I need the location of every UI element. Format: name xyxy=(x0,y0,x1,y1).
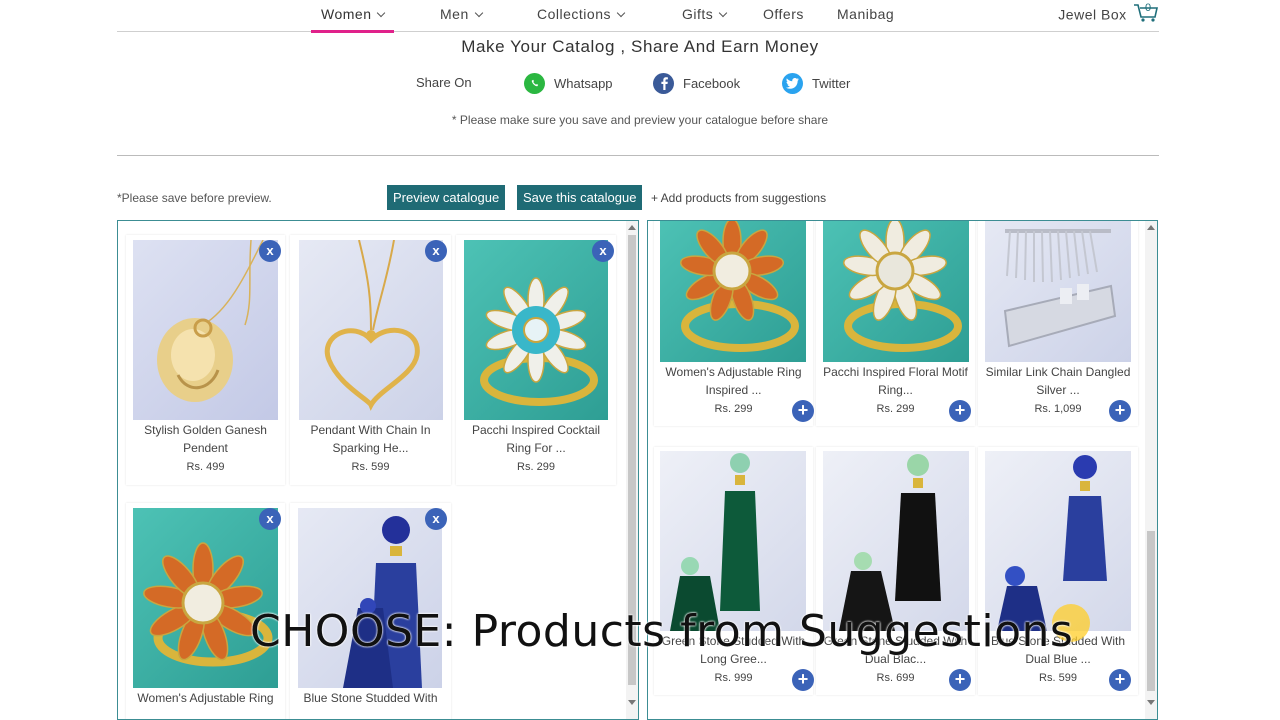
product-name: Blue Stone Studded With xyxy=(303,691,438,705)
nav-manibag[interactable]: Manibag xyxy=(837,6,894,32)
add-icon[interactable]: + xyxy=(949,400,971,422)
cart-icon[interactable]: 0 xyxy=(1133,2,1159,23)
product-image-blue-tassel xyxy=(298,508,442,688)
nav-gifts[interactable]: Gifts xyxy=(682,6,728,32)
product-image-orange-ring xyxy=(133,508,278,688)
share-label: Share On xyxy=(416,75,472,90)
chevron-down-icon xyxy=(377,8,386,18)
product-name: Stylish Golden Ganesh Pendent xyxy=(144,423,267,455)
nav-gifts-label: Gifts xyxy=(682,6,714,22)
remove-icon[interactable]: x xyxy=(425,240,447,262)
nav-men[interactable]: Men xyxy=(440,6,483,32)
scroll-up-icon[interactable] xyxy=(628,225,636,230)
twitter-label: Twitter xyxy=(812,75,851,91)
share-twitter[interactable]: Twitter xyxy=(782,72,850,94)
page-title: Make Your Catalog , Share And Earn Money xyxy=(461,37,819,56)
suggestion-card[interactable]: Pacchi Inspired Floral Motif Ring... Rs.… xyxy=(816,221,975,426)
add-icon[interactable]: + xyxy=(1109,400,1131,422)
product-image-pearl-ring xyxy=(823,221,969,362)
catalogue-card[interactable]: Pacchi Inspired Cocktail Ring For ... Rs… xyxy=(456,235,616,485)
product-price: Rs. 599 xyxy=(351,461,390,473)
nav-collections[interactable]: Collections xyxy=(537,6,626,32)
facebook-label: Facebook xyxy=(683,75,741,91)
add-suggestions-link[interactable]: + Add products from suggestions xyxy=(651,191,826,205)
add-icon[interactable]: + xyxy=(1109,669,1131,691)
product-name: Women's Adjustable Ring Inspired ... xyxy=(665,365,802,397)
scroll-down-icon[interactable] xyxy=(1147,700,1155,705)
product-price: Rs. 499 xyxy=(186,461,225,473)
remove-icon[interactable]: x xyxy=(259,240,281,262)
top-nav: Women Men Collections Gifts Offers Manib… xyxy=(117,0,1159,33)
suggestions-scrollbar[interactable] xyxy=(1145,221,1157,719)
preview-catalogue-button[interactable]: Preview catalogue xyxy=(387,185,506,210)
add-icon[interactable]: + xyxy=(792,400,814,422)
suggestion-card[interactable]: Green Stone Studded With Long Gree... Rs… xyxy=(654,447,814,695)
nav-offers-label: Offers xyxy=(763,6,804,22)
product-name: Pendant With Chain In Sparking He... xyxy=(310,423,431,455)
suggestion-card[interactable]: Blue Stone Studded With Dual Blue ... Rs… xyxy=(978,447,1138,695)
product-price: Rs. 299 xyxy=(517,461,555,473)
chevron-down-icon xyxy=(474,8,483,18)
whatsapp-icon xyxy=(524,72,545,94)
product-image-blue-tassel xyxy=(985,451,1131,631)
chevron-down-icon xyxy=(719,8,728,18)
save-note: *Please save before preview. xyxy=(117,191,272,205)
remove-icon[interactable]: x xyxy=(592,240,614,262)
jewel-box-label: Jewel Box xyxy=(1058,6,1127,23)
share-facebook[interactable]: Facebook xyxy=(653,72,740,94)
catalogue-card[interactable]: Pendant With Chain In Sparking He... Rs.… xyxy=(290,235,451,485)
product-image-green-tassel xyxy=(660,451,806,631)
nav-collections-label: Collections xyxy=(537,6,611,22)
save-catalogue-button[interactable]: Save this catalogue xyxy=(517,185,643,210)
jewel-box-link[interactable]: Jewel Box 0 xyxy=(1058,2,1159,26)
suggestion-card[interactable]: Similar Link Chain Dangled Silver ... Rs… xyxy=(978,221,1138,426)
cart-count: 0 xyxy=(1145,2,1152,14)
product-price: Rs. 299 xyxy=(714,403,753,415)
nav-women-label: Women xyxy=(321,6,372,22)
product-image-orange-ring xyxy=(660,221,806,362)
catalogue-card[interactable]: Stylish Golden Ganesh Pendent Rs. 499 x xyxy=(126,235,285,485)
product-image-ganesh xyxy=(133,240,278,420)
product-image-black-tassel xyxy=(823,451,969,631)
share-row: Share On Whatsapp Facebook Twitter xyxy=(0,72,1280,96)
add-icon[interactable]: + xyxy=(949,669,971,691)
video-caption: CHOOSE: Products from Suggestions xyxy=(250,606,1074,657)
whatsapp-label: Whatsapp xyxy=(554,75,613,91)
nav-women[interactable]: Women xyxy=(310,6,396,33)
remove-icon[interactable]: x xyxy=(259,508,281,530)
product-name: Pacchi Inspired Floral Motif Ring... xyxy=(823,365,968,397)
suggestion-card[interactable]: Green Stone Studded With Dual Blac... Rs… xyxy=(816,447,975,695)
scroll-up-icon[interactable] xyxy=(1147,225,1155,230)
chevron-down-icon xyxy=(616,8,626,18)
page: Women Men Collections Gifts Offers Manib… xyxy=(0,0,1280,720)
facebook-icon xyxy=(653,72,674,94)
product-image-silver-chain xyxy=(985,221,1131,362)
nav-manibag-label: Manibag xyxy=(837,6,895,22)
divider xyxy=(117,155,1159,156)
scroll-thumb[interactable] xyxy=(1147,531,1155,691)
product-name: Pacchi Inspired Cocktail Ring For ... xyxy=(471,423,601,455)
share-whatsapp[interactable]: Whatsapp xyxy=(524,72,613,94)
share-note: * Please make sure you save and preview … xyxy=(451,113,829,127)
product-price: Rs. 999 xyxy=(714,672,753,684)
add-icon[interactable]: + xyxy=(792,669,814,691)
product-image-heart-pendant xyxy=(299,240,443,420)
twitter-icon xyxy=(782,72,803,94)
suggestion-card[interactable]: Women's Adjustable Ring Inspired ... Rs.… xyxy=(654,221,814,426)
product-name: Women's Adjustable Ring xyxy=(137,691,274,705)
product-name: Similar Link Chain Dangled Silver ... xyxy=(985,365,1131,397)
nav-men-label: Men xyxy=(440,6,469,22)
remove-icon[interactable]: x xyxy=(425,508,447,530)
product-image-turquoise-ring xyxy=(464,240,608,420)
nav-offers[interactable]: Offers xyxy=(763,6,804,32)
scroll-down-icon[interactable] xyxy=(628,700,636,705)
